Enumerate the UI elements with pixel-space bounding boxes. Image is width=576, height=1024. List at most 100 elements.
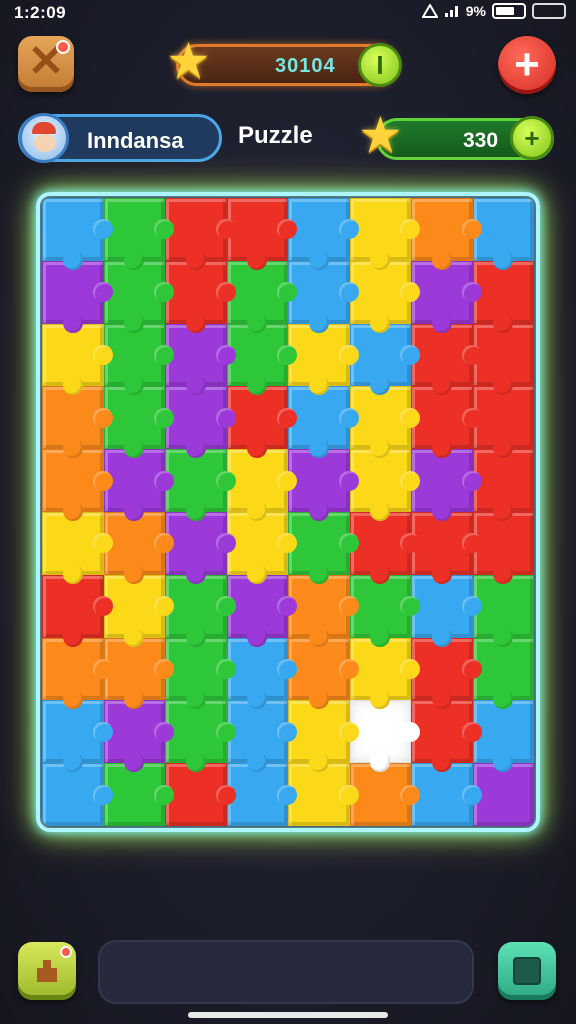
puzzle-piece[interactable] [472, 700, 534, 772]
piece-tray[interactable] [98, 940, 474, 1004]
puzzle-piece[interactable] [411, 323, 481, 396]
player-badge[interactable]: Inndansa [18, 113, 222, 163]
puzzle-piece[interactable] [349, 323, 420, 396]
puzzle-piece[interactable] [288, 260, 358, 333]
puzzle-piece[interactable] [42, 637, 112, 710]
hint-button[interactable] [18, 942, 76, 1000]
plus-icon: + [514, 40, 540, 89]
puzzle-piece[interactable] [472, 574, 534, 647]
home-indicator[interactable] [188, 1012, 388, 1018]
puzzle-piece[interactable] [472, 386, 534, 458]
puzzle-piece[interactable] [288, 198, 358, 270]
wifi-icon [444, 6, 458, 17]
puzzle-piece[interactable] [472, 323, 534, 396]
puzzle-piece[interactable] [411, 700, 481, 772]
puzzle-piece[interactable] [349, 449, 420, 521]
puzzle-piece[interactable] [288, 637, 358, 710]
puzzle-piece[interactable] [288, 386, 358, 458]
puzzle-piece[interactable] [103, 386, 174, 458]
hint-icon [37, 960, 57, 982]
puzzle-piece[interactable] [103, 700, 174, 772]
puzzle-piece[interactable] [165, 511, 235, 584]
add-button[interactable]: + [498, 36, 556, 94]
menu-square-button[interactable] [498, 942, 556, 1000]
puzzle-piece[interactable] [42, 700, 112, 772]
puzzle-piece[interactable] [103, 449, 174, 521]
puzzle-piece[interactable] [349, 763, 420, 826]
puzzle-piece[interactable] [411, 260, 481, 333]
puzzle-piece[interactable] [288, 323, 358, 396]
puzzle-piece[interactable] [165, 763, 235, 826]
puzzle-piece[interactable] [165, 449, 235, 521]
puzzle-piece[interactable] [472, 449, 534, 521]
puzzle-piece[interactable] [288, 511, 358, 584]
puzzle-piece[interactable] [165, 700, 235, 772]
puzzle-piece[interactable] [349, 386, 420, 458]
puzzle-piece[interactable] [103, 511, 174, 584]
puzzle-piece[interactable] [226, 574, 297, 647]
puzzle-piece[interactable] [226, 763, 297, 826]
puzzle-piece[interactable] [165, 574, 235, 647]
puzzle-piece[interactable] [411, 198, 481, 270]
puzzle-piece[interactable] [226, 386, 297, 458]
puzzle-piece[interactable] [226, 198, 297, 270]
close-button[interactable]: ✕ [18, 36, 74, 92]
puzzle-piece[interactable] [226, 637, 297, 710]
puzzle-board[interactable] [42, 198, 534, 826]
puzzle-piece[interactable] [226, 700, 297, 772]
coin-value: 330 [463, 129, 499, 152]
puzzle-piece[interactable] [472, 198, 534, 270]
puzzle-piece[interactable] [165, 386, 235, 458]
menu-square-icon [513, 957, 541, 985]
puzzle-piece[interactable] [288, 449, 358, 521]
puzzle-piece[interactable] [226, 511, 297, 584]
empty-piece-slot[interactable] [349, 700, 420, 772]
score-value: 30104 [275, 55, 336, 77]
puzzle-piece[interactable] [226, 449, 297, 521]
puzzle-piece[interactable] [411, 574, 481, 647]
puzzle-piece[interactable] [42, 763, 112, 826]
puzzle-piece[interactable] [226, 260, 297, 333]
puzzle-piece[interactable] [472, 763, 534, 826]
puzzle-piece[interactable] [165, 637, 235, 710]
puzzle-piece[interactable] [103, 763, 174, 826]
puzzle-piece[interactable] [103, 260, 174, 333]
battery-outline-icon [532, 3, 566, 19]
puzzle-piece[interactable] [42, 386, 112, 458]
puzzle-piece[interactable] [288, 700, 358, 772]
score-coin-button[interactable]: I [358, 43, 402, 87]
puzzle-piece[interactable] [42, 574, 112, 647]
puzzle-piece[interactable] [349, 574, 420, 647]
puzzle-piece[interactable] [226, 323, 297, 396]
puzzle-piece[interactable] [349, 198, 420, 270]
puzzle-piece[interactable] [411, 637, 481, 710]
puzzle-piece[interactable] [411, 511, 481, 584]
puzzle-piece[interactable] [411, 763, 481, 826]
battery-percent: 9% [465, 3, 486, 19]
add-coins-button[interactable]: + [510, 116, 554, 160]
puzzle-piece[interactable] [349, 260, 420, 333]
puzzle-piece[interactable] [42, 511, 112, 584]
puzzle-piece[interactable] [165, 198, 235, 270]
puzzle-piece[interactable] [411, 386, 481, 458]
puzzle-piece[interactable] [103, 323, 174, 396]
puzzle-piece[interactable] [103, 198, 174, 270]
puzzle-piece[interactable] [349, 637, 420, 710]
puzzle-piece[interactable] [349, 511, 420, 584]
puzzle-piece[interactable] [165, 260, 235, 333]
puzzle-piece[interactable] [472, 637, 534, 710]
puzzle-piece[interactable] [42, 198, 112, 270]
puzzle-piece[interactable] [103, 574, 174, 647]
puzzle-piece[interactable] [103, 637, 174, 710]
puzzle-piece[interactable] [472, 511, 534, 584]
puzzle-piece[interactable] [165, 323, 235, 396]
puzzle-piece[interactable] [411, 449, 481, 521]
status-bar: 1:2:09 9% [0, 0, 576, 26]
puzzle-piece[interactable] [472, 260, 534, 333]
puzzle-piece[interactable] [42, 260, 112, 333]
puzzle-piece[interactable] [288, 763, 358, 826]
puzzle-piece[interactable] [288, 574, 358, 647]
puzzle-piece[interactable] [42, 323, 112, 396]
player-name: Inndansa [87, 128, 184, 153]
puzzle-piece[interactable] [42, 449, 112, 521]
